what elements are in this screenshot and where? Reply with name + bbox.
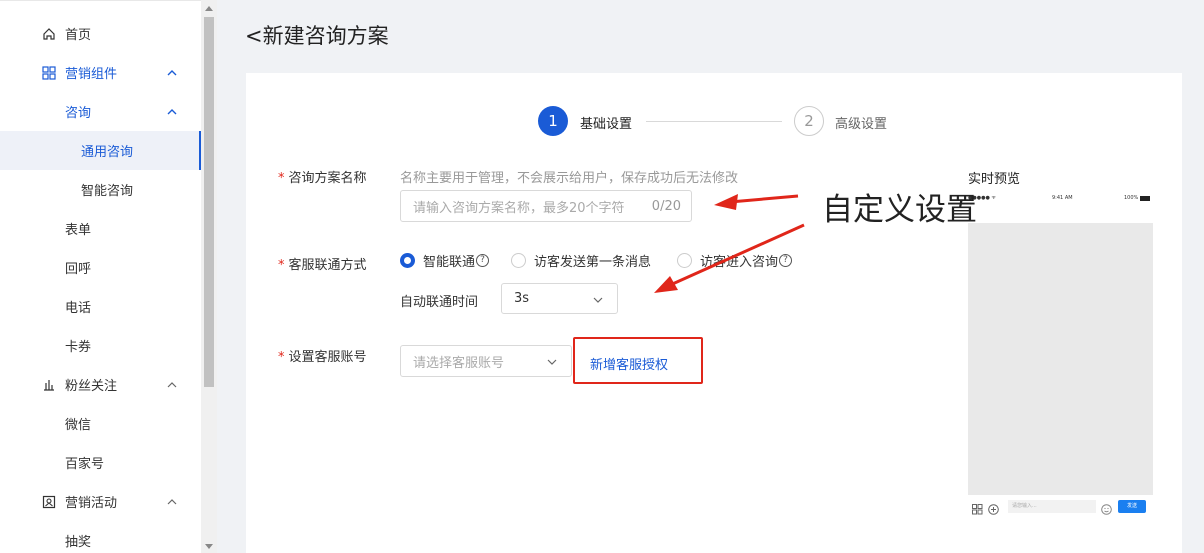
chevron-down-icon [547, 356, 557, 366]
char-counter: 0/20 [651, 198, 681, 214]
page-title[interactable]: <新建咨询方案 [245, 20, 389, 50]
bar-chart-icon [42, 378, 56, 392]
sidebar-item-baijiahao[interactable]: 百家号 [0, 443, 201, 482]
required-mark: * [278, 258, 285, 273]
sidebar-item-label: 微信 [65, 418, 92, 433]
step-1-indicator: 1 [538, 106, 568, 136]
radio-visitor-first-message[interactable]: 访客发送第一条消息 [511, 251, 651, 270]
plan-name-hint: 名称主要用于管理，不会展示给用户，保存成功后无法修改 [400, 171, 739, 186]
sidebar-item-label: 咨询 [65, 106, 92, 121]
sidebar-item-smart-consult[interactable]: 智能咨询 [0, 170, 201, 209]
service-account-select[interactable]: 请选择客服账号 [400, 345, 572, 377]
select-value: 3s [514, 291, 530, 306]
home-icon [42, 27, 56, 41]
battery-level: 100% [1124, 195, 1139, 201]
grid-icon [42, 65, 56, 80]
radio-label: 访客发送第一条消息 [534, 255, 652, 270]
sidebar-item-phone[interactable]: 电话 [0, 287, 201, 326]
plus-icon [988, 500, 999, 519]
sidebar-scrollbar[interactable] [201, 0, 217, 553]
phone-chat-input: 请您输入... [1008, 500, 1096, 513]
sidebar-item-home[interactable]: 首页 [0, 14, 201, 53]
sidebar-item-form[interactable]: 表单 [0, 209, 201, 248]
plan-name-label: * 咨询方案名称 [278, 167, 367, 186]
plan-name-placeholder: 请输入咨询方案名称，最多20个字符 [413, 200, 625, 216]
required-mark: * [278, 350, 285, 365]
sidebar-item-general-consult[interactable]: 通用咨询 [0, 131, 201, 170]
chevron-down-icon [593, 294, 603, 304]
annotation-label: 自定义设置 [822, 192, 977, 228]
auto-connect-time-label: 自动联通时间 [400, 295, 479, 310]
activity-icon [42, 495, 56, 509]
main-panel: 1 基础设置 2 高级设置 * 咨询方案名称 名称主要用于管理，不会展示给用户，保… [246, 73, 1182, 553]
select-placeholder: 请选择客服账号 [413, 355, 505, 371]
phone-preview-screen [968, 223, 1153, 495]
required-mark: * [278, 171, 285, 186]
chevron-up-icon [166, 496, 178, 508]
service-account-label: * 设置客服账号 [278, 346, 367, 365]
sidebar-item-label: 抽奖 [65, 535, 92, 550]
radio-unselected-icon [511, 253, 526, 268]
sidebar-item-label: 智能咨询 [81, 184, 134, 199]
sidebar-item-callback[interactable]: 回呼 [0, 248, 201, 287]
help-icon[interactable]: ? [779, 254, 793, 267]
sidebar-item-label: 表单 [65, 223, 92, 238]
sidebar-item-label: 通用咨询 [81, 145, 134, 160]
phone-input-bar: 请您输入... 发送 [968, 498, 1153, 515]
radio-selected-icon [400, 253, 415, 268]
phone-send-button: 发送 [1118, 500, 1146, 513]
sidebar-item-label: 首页 [65, 28, 92, 43]
plan-name-input[interactable]: 请输入咨询方案名称，最多20个字符 0/20 [400, 190, 692, 222]
sidebar-item-label: 营销组件 [65, 67, 118, 82]
radio-label: 访客进入咨询 [700, 255, 779, 270]
sidebar-item-wechat[interactable]: 微信 [0, 404, 201, 443]
sidebar-item-consult[interactable]: 咨询 [0, 92, 201, 131]
sidebar-item-label: 卡券 [65, 340, 92, 355]
service-account-label-text: 设置客服账号 [288, 350, 367, 365]
add-service-auth-link[interactable]: 新增客服授权 [590, 354, 668, 373]
phone-status-bar: ●●●●● ᯤ 9:41 AM 100% [968, 195, 1153, 205]
step-2-label: 高级设置 [835, 117, 888, 132]
chevron-up-icon [166, 67, 178, 79]
battery-icon [1140, 196, 1150, 201]
auto-connect-time-select[interactable]: 3s [501, 283, 618, 314]
radio-smart-connect[interactable]: 智能联通? [400, 251, 490, 270]
sidebar-item-marketing-activity[interactable]: 营销活动 [0, 482, 201, 521]
sidebar-item-fans[interactable]: 粉丝关注 [0, 365, 201, 404]
radio-unselected-icon [677, 253, 692, 268]
scroll-up-arrow-icon[interactable] [205, 6, 213, 11]
scroll-down-arrow-icon[interactable] [205, 544, 213, 549]
sidebar-item-label: 百家号 [65, 457, 105, 472]
sidebar-item-lottery[interactable]: 抽奖 [0, 521, 201, 553]
sidebar-item-coupon[interactable]: 卡券 [0, 326, 201, 365]
help-icon[interactable]: ? [476, 254, 490, 267]
sidebar-item-label: 营销活动 [65, 496, 118, 511]
plan-name-label-text: 咨询方案名称 [288, 171, 367, 186]
sidebar-item-label: 电话 [65, 301, 92, 316]
radio-visitor-enter[interactable]: 访客进入咨询? [677, 251, 793, 270]
emoji-icon [1101, 500, 1112, 519]
connect-method-label-text: 客服联通方式 [288, 258, 367, 273]
connect-method-label: * 客服联通方式 [278, 254, 367, 273]
radio-label: 智能联通 [423, 255, 476, 270]
sidebar: 首页 营销组件 咨询 通用咨询 智能咨询 表单 回呼 电话 卡券 粉丝关注 微信 [0, 0, 201, 553]
step-1-label: 基础设置 [580, 117, 633, 132]
step-connector [646, 121, 782, 122]
scrollbar-thumb[interactable] [204, 17, 214, 387]
grid-icon [972, 500, 983, 519]
sidebar-item-label: 回呼 [65, 262, 92, 277]
sidebar-item-label: 粉丝关注 [65, 379, 118, 394]
sidebar-item-marketing-components[interactable]: 营销组件 [0, 53, 201, 92]
chevron-up-icon [166, 106, 178, 118]
step-2-indicator: 2 [794, 106, 824, 136]
chevron-up-icon [166, 379, 178, 391]
phone-time: 9:41 AM [1052, 195, 1073, 201]
